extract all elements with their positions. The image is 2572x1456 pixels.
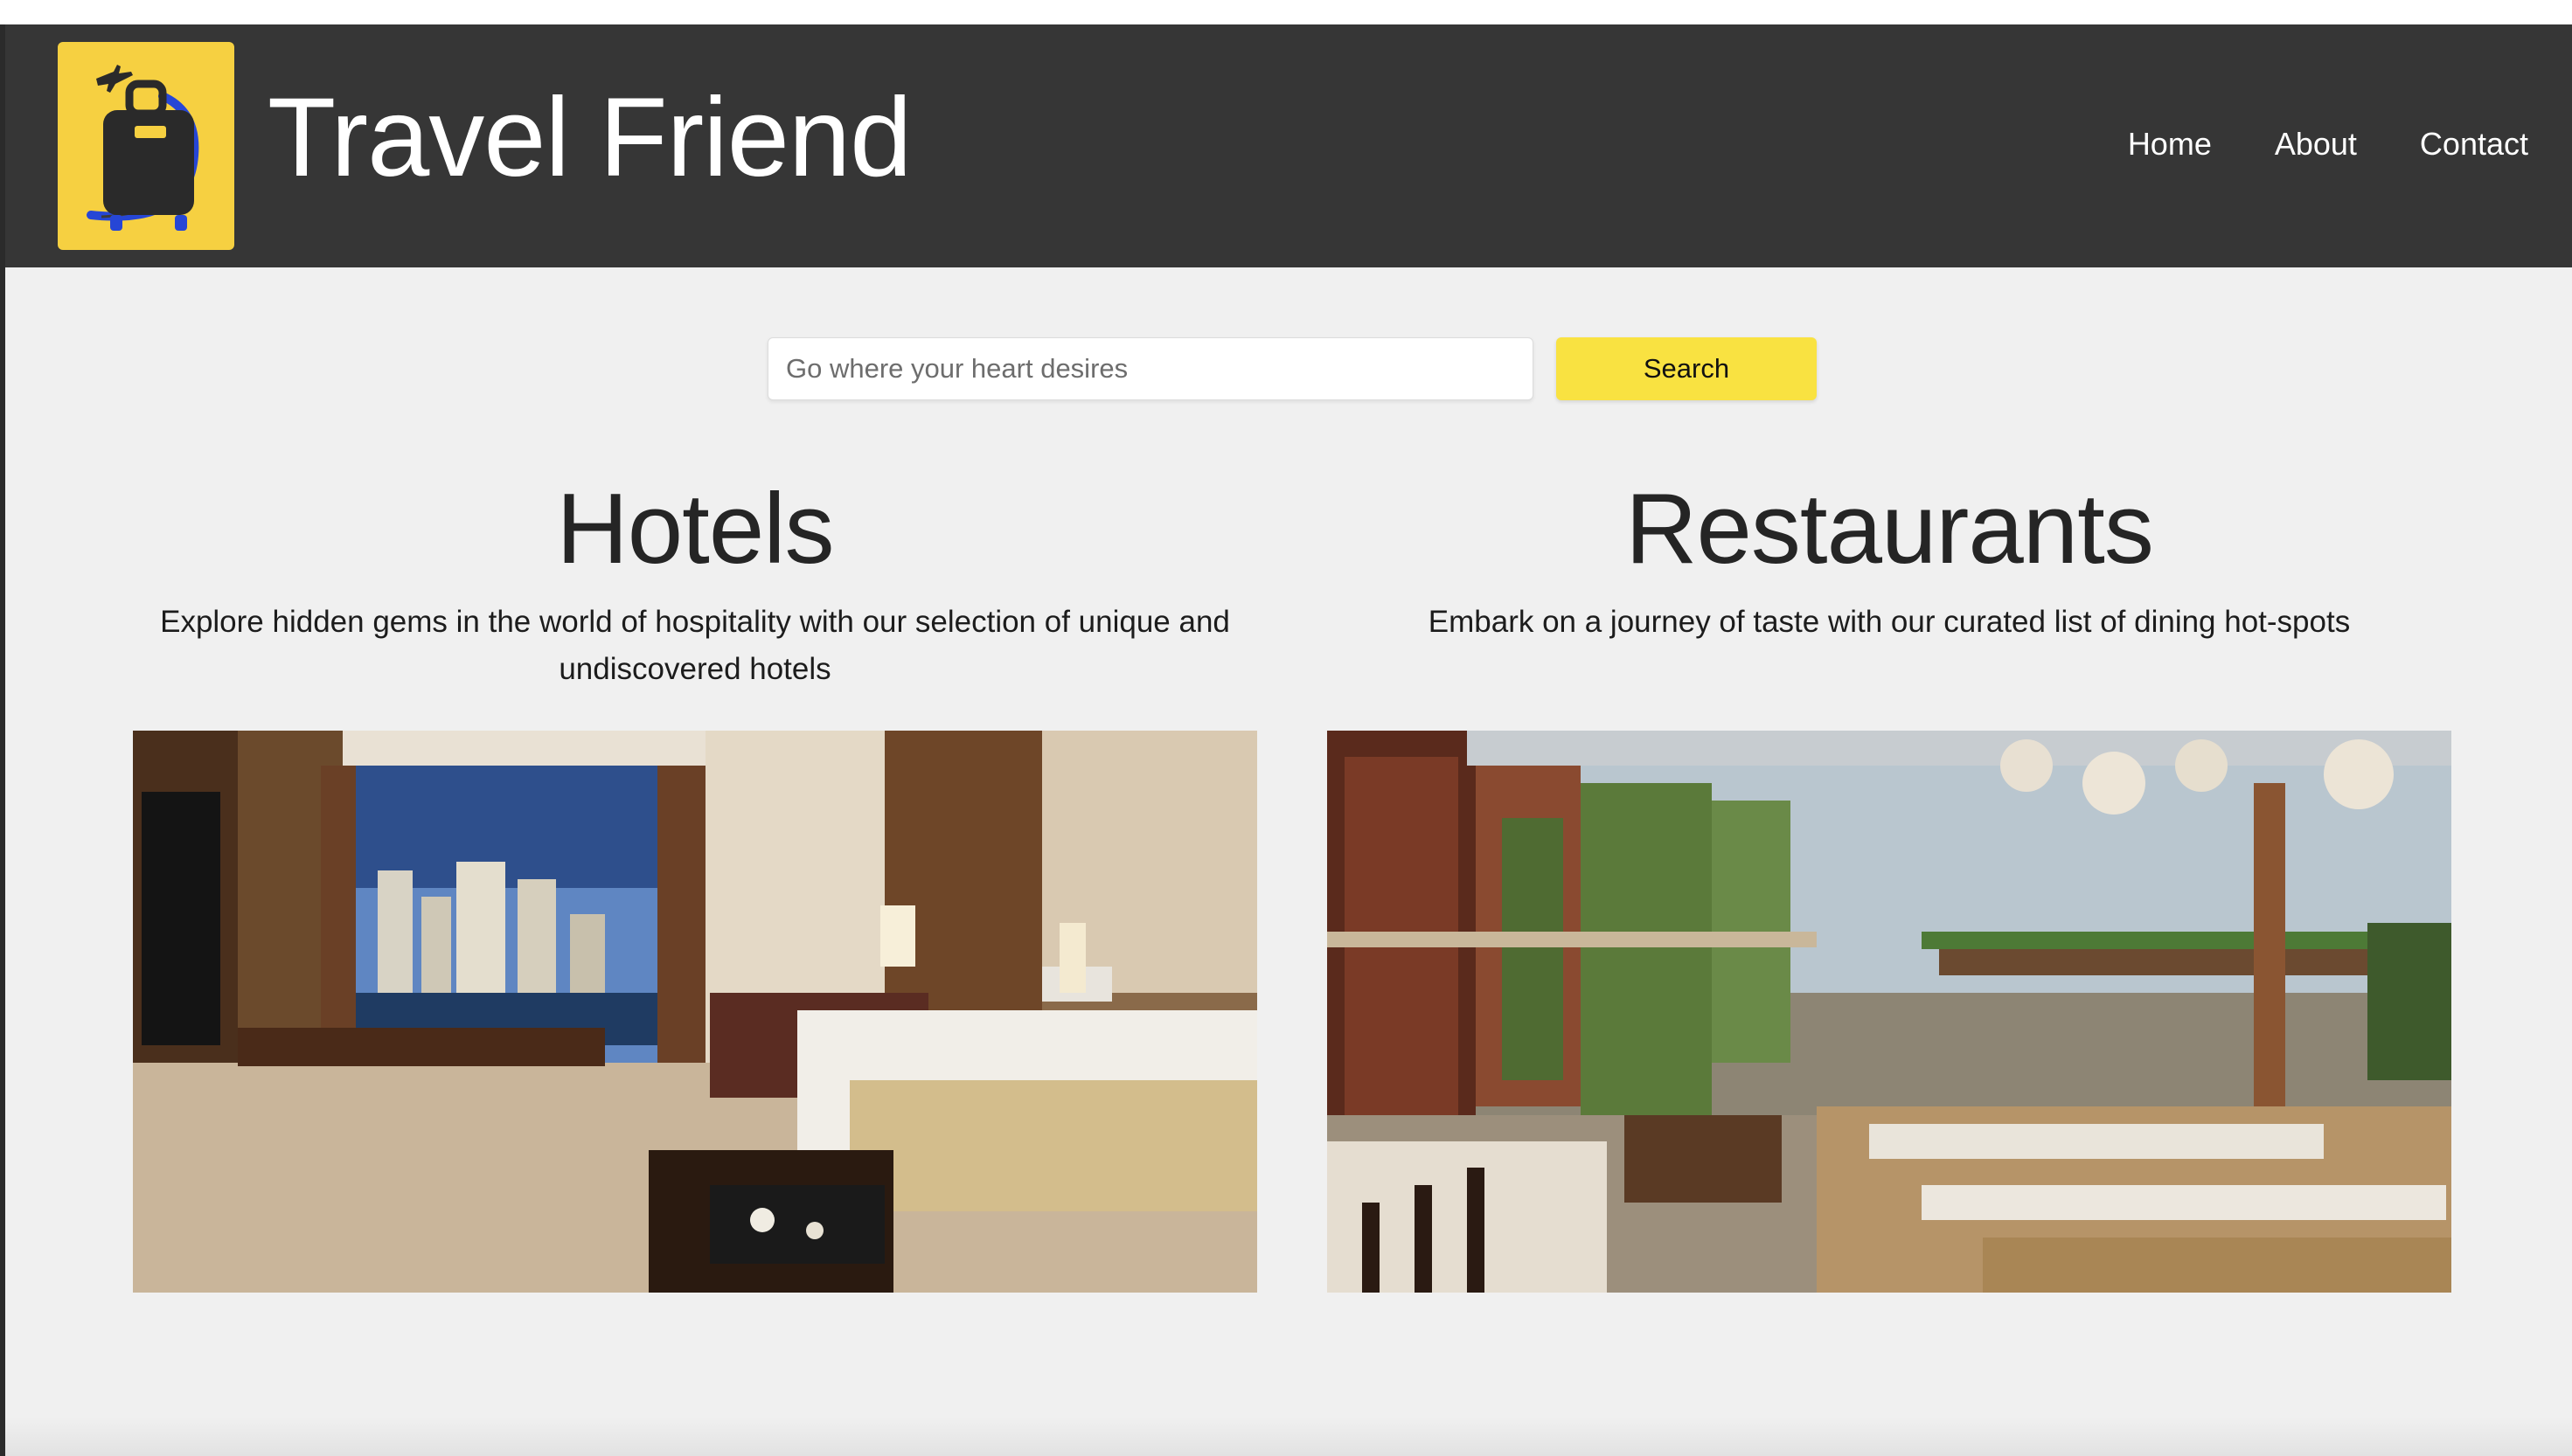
window-top-strip [0,0,2572,24]
hotel-room-image[interactable] [133,731,1257,1293]
restaurant-interior-image[interactable] [1327,731,2451,1293]
hotels-heading: Hotels [556,474,834,585]
search-input[interactable] [768,337,1533,400]
restaurants-section: Restaurants Embark on a journey of taste… [1327,472,2451,646]
nav-about-link[interactable]: About [2275,126,2357,163]
search-button[interactable]: Search [1556,337,1817,400]
restaurants-heading: Restaurants [1625,474,2154,585]
main-nav: Home About Contact [2128,126,2528,163]
hotels-description: Explore hidden gems in the world of hosp… [160,605,1230,687]
site-header: Travel Friend Home About Contact [5,24,2572,267]
hotels-section: Hotels Explore hidden gems in the world … [133,472,1257,693]
nav-home-link[interactable]: Home [2128,126,2212,163]
nav-contact-link[interactable]: Contact [2420,126,2528,163]
page-bottom-shadow [5,1416,2572,1456]
search-bar: Search [768,337,1817,400]
restaurants-description: Embark on a journey of taste with our cu… [1428,605,2351,640]
brand-title[interactable]: Travel Friend [268,76,912,200]
luggage-airplane-icon[interactable] [58,42,234,250]
